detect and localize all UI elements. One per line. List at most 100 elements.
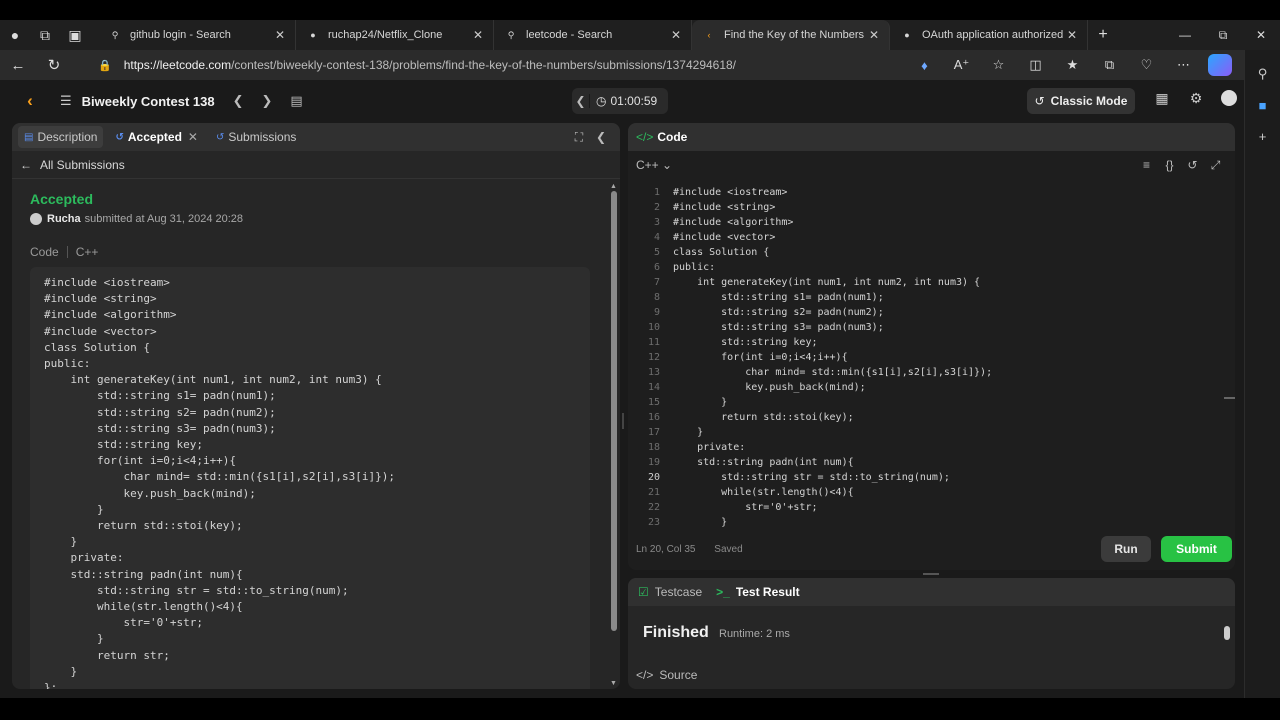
contest-title[interactable]: Biweekly Contest 138 — [82, 94, 215, 109]
line-text: } — [673, 397, 728, 408]
reset-code-icon[interactable]: ↺ — [1181, 158, 1204, 173]
copilot-icon[interactable] — [1208, 54, 1232, 76]
scroll-up-icon[interactable]: ▲ — [610, 183, 617, 190]
browser-tab[interactable]: ‹ Find the Key of the Numbers - Le✕ — [692, 20, 890, 50]
search-icon: ⚲ — [111, 29, 119, 40]
search-icon[interactable]: ⚲ — [1245, 66, 1280, 82]
coupon-tag-icon[interactable]: ♦ — [906, 58, 943, 73]
favorite-star-icon[interactable]: ☆ — [980, 57, 1017, 73]
line-number: 14 — [647, 382, 660, 393]
prev-problem-icon[interactable]: ❮ — [233, 93, 244, 109]
lock-icon[interactable]: 🔒 — [98, 59, 112, 72]
settings-gear-icon[interactable]: ⚙ — [1179, 90, 1213, 107]
back-icon[interactable]: ← — [0, 57, 36, 74]
result-scrollbar[interactable] — [1223, 612, 1231, 652]
left-panel-scrollbar[interactable]: ▲ ▼ — [610, 183, 618, 687]
line-text: key.push_back(mind); — [673, 382, 866, 393]
read-aloud-icon[interactable]: A⁺ — [943, 57, 980, 73]
line-number: 1 — [653, 187, 660, 198]
tab-actions-icon[interactable]: ▣ — [60, 20, 90, 50]
user-avatar[interactable] — [1221, 90, 1237, 106]
code-line: private: — [44, 551, 124, 565]
add-sidebar-app-icon[interactable]: + — [1245, 129, 1280, 144]
clock-icon: ◷ — [596, 94, 607, 108]
run-button[interactable]: Run — [1101, 536, 1151, 562]
contest-timer: ❮ ◷ 01:00:59 — [572, 88, 668, 114]
vertical-resize-handle[interactable] — [622, 413, 624, 429]
submission-panel: ▤ Description ↺ Accepted ✕ ↺ Submissions… — [12, 123, 620, 689]
submit-button[interactable]: Submit — [1161, 536, 1232, 562]
profile-icon[interactable]: ● — [0, 20, 30, 50]
split-screen-icon[interactable]: ◫ — [1017, 57, 1054, 73]
format-icon[interactable]: ≡ — [1135, 158, 1158, 173]
test-result-label: Test Result — [735, 585, 800, 599]
problem-list-icon[interactable]: ☰ — [60, 93, 72, 109]
tab-testcase[interactable]: ☑ Testcase — [638, 585, 702, 599]
all-submissions-link[interactable]: ← All Submissions — [12, 151, 620, 179]
line-text: #include <algorithm> — [673, 217, 794, 228]
collections-icon[interactable]: ⧉ — [1091, 57, 1128, 73]
author-name[interactable]: Rucha — [47, 213, 81, 225]
browser-tab[interactable]: ⚲ leetcode - Search ✕ — [494, 20, 692, 50]
editor-line: 4 #include <vector> — [628, 230, 1228, 245]
editor-scroll-indicator[interactable] — [1224, 397, 1235, 399]
scroll-down-icon[interactable]: ▼ — [610, 680, 617, 687]
tab-submissions[interactable]: ↺ Submissions — [210, 126, 302, 148]
tab-description[interactable]: ▤ Description — [18, 126, 104, 148]
editor-line: 19 std::string padn(int num){ — [628, 455, 1228, 470]
panel-controls: ⛶ ❮ — [568, 130, 612, 145]
close-window-icon[interactable]: ✕ — [1242, 20, 1280, 50]
search-icon: ⚲ — [507, 29, 515, 40]
tab-test-result[interactable]: >_ Test Result — [716, 585, 799, 599]
source-link[interactable]: </> Source — [636, 668, 703, 682]
code-line: } — [44, 664, 78, 678]
workspaces-icon[interactable]: ⧉ — [30, 20, 60, 50]
braces-icon[interactable]: {} — [1158, 158, 1181, 173]
next-problem-icon[interactable]: ❯ — [262, 93, 273, 109]
classic-mode-button[interactable]: ↺ Classic Mode — [1027, 88, 1135, 114]
browser-tab[interactable]: ● OAuth application authorized ✕ — [890, 20, 1088, 50]
new-tab-button[interactable]: + — [1088, 26, 1118, 44]
close-tab-icon[interactable]: ✕ — [273, 28, 287, 42]
code-icon: </> — [636, 130, 654, 144]
refresh-icon[interactable]: ↻ — [36, 56, 72, 74]
layout-grid-icon[interactable]: ▦ — [1145, 90, 1179, 107]
favorites-icon[interactable]: ★ — [1054, 57, 1091, 73]
editor-line: 9 std::string s2= padn(num2); — [628, 305, 1228, 320]
terminal-icon: >_ — [716, 585, 730, 599]
scroll-thumb[interactable] — [611, 191, 617, 631]
restore-icon[interactable]: ⧉ — [1204, 20, 1242, 50]
line-number: 6 — [653, 262, 660, 273]
line-text: std::string padn(int num){ — [673, 457, 854, 468]
minimize-icon[interactable]: — — [1166, 20, 1204, 50]
leetcode-logo-icon[interactable]: ‹ — [20, 91, 40, 111]
browser-tab[interactable]: ● ruchap24/Netflix_Clone ✕ — [296, 20, 494, 50]
close-tab-icon[interactable]: ✕ — [669, 28, 683, 42]
line-text: std::string str = std::to_string(num); — [673, 472, 950, 483]
language-select[interactable]: C++ ⌄ — [636, 158, 672, 172]
health-icon[interactable]: ♡ — [1128, 57, 1165, 73]
tools-icon[interactable]: ■ — [1245, 98, 1280, 113]
timer-collapse-icon[interactable]: ❮ — [572, 94, 590, 108]
submitted-code-block[interactable]: #include <iostream> #include <string> #inc… — [30, 267, 590, 689]
author-avatar[interactable] — [30, 213, 42, 225]
line-text: private: — [673, 442, 746, 453]
ranking-icon[interactable]: ▤ — [290, 93, 302, 109]
code-line: } — [44, 502, 104, 516]
close-tab-icon[interactable]: ✕ — [188, 130, 198, 144]
code-line: #include <algorithm> — [44, 308, 177, 322]
browser-tab[interactable]: ⚲ github login - Search ✕ — [98, 20, 296, 50]
more-menu-icon[interactable]: ⋯ — [1165, 57, 1202, 73]
expand-icon[interactable]: ⤢ — [1204, 158, 1227, 173]
tab-accepted[interactable]: ↺ Accepted ✕ — [109, 126, 203, 148]
description-icon: ▤ — [24, 131, 34, 143]
browser-tab-title: OAuth application authorized — [922, 29, 1064, 41]
maximize-icon[interactable]: ⛶ — [568, 130, 590, 145]
horizontal-resize-handle[interactable] — [923, 573, 939, 575]
close-tab-icon[interactable]: ✕ — [1065, 28, 1079, 42]
collapse-icon[interactable]: ❮ — [590, 130, 612, 145]
scroll-thumb[interactable] — [1224, 626, 1230, 640]
code-editor[interactable]: 1 #include <iostream> 2 #include <string> 3 #… — [628, 185, 1228, 533]
close-tab-icon[interactable]: ✕ — [867, 28, 881, 42]
close-tab-icon[interactable]: ✕ — [471, 28, 485, 42]
